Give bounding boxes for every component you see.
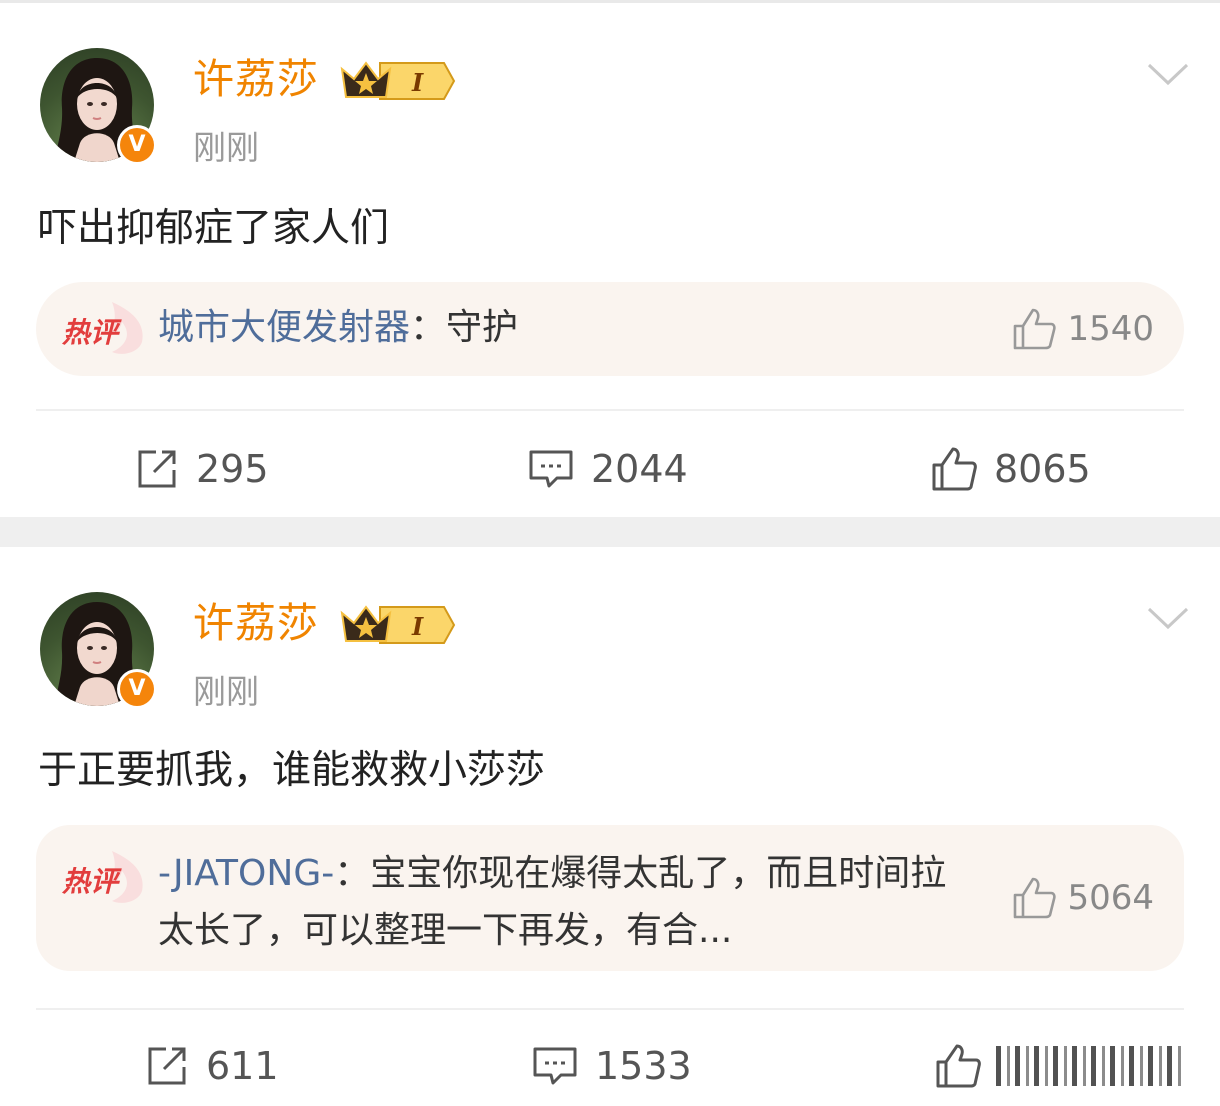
thumbs-up-icon	[1014, 877, 1057, 919]
hot-comment-separator: ：	[334, 853, 371, 894]
hot-comment-body: 守护	[446, 307, 519, 348]
post-time: 刚刚	[193, 128, 259, 167]
hot-comment-separator: ：	[410, 307, 447, 348]
hot-comment-tag: 热评	[60, 849, 150, 909]
chevron-down-icon	[1147, 63, 1189, 86]
hot-comment-tag: 热评	[60, 300, 150, 360]
svg-text:热评: 热评	[61, 316, 122, 349]
comment-icon	[533, 1047, 577, 1085]
hot-comment-user[interactable]: -JIATONG-	[158, 853, 334, 894]
post-content: 吓出抑郁症了家人们	[38, 206, 390, 251]
verified-badge-letter: V	[120, 672, 154, 706]
more-options-button[interactable]	[1146, 605, 1190, 637]
post-content: 于正要抓我，谁能救救小莎莎	[38, 748, 546, 793]
comment-count: 1533	[595, 1044, 692, 1088]
hot-comment-user[interactable]: 城市大便发射器	[158, 307, 410, 348]
svg-text:热评: 热评	[61, 865, 122, 898]
thumbs-up-icon	[936, 1044, 981, 1088]
action-bar: 295 2044 8065	[0, 434, 1220, 504]
crown-icon: I	[340, 605, 456, 644]
repost-button[interactable]: 611	[144, 1031, 279, 1101]
like-count: 8065	[994, 447, 1091, 491]
hot-comment-like-count: 1540	[1067, 309, 1154, 349]
repost-count: 295	[196, 447, 269, 491]
post-time: 刚刚	[193, 672, 259, 711]
flame-icon: 热评	[61, 302, 143, 354]
like-count-obscured	[996, 1046, 1186, 1086]
action-bar: 611 1533	[0, 1031, 1220, 1101]
hot-comment-like-button[interactable]: 5064	[1011, 873, 1154, 923]
repost-button[interactable]: 295	[134, 434, 269, 504]
crown-icon: I	[340, 61, 456, 100]
vip-level-text: I	[411, 612, 424, 641]
divider	[36, 1008, 1184, 1010]
hot-comment-text: 城市大便发射器：守护	[158, 302, 518, 354]
like-button[interactable]	[934, 1031, 1186, 1101]
username[interactable]: 许荔莎	[193, 51, 319, 107]
flame-icon: 热评	[61, 851, 143, 903]
comment-count: 2044	[591, 447, 688, 491]
vip-crown-badge[interactable]: I	[340, 601, 456, 653]
thumbs-up-icon	[1014, 308, 1057, 350]
more-options-button[interactable]	[1146, 61, 1190, 93]
verified-badge: V	[117, 669, 157, 709]
thumbs-up-icon	[932, 447, 977, 491]
repost-icon	[148, 1047, 186, 1085]
verified-badge-letter: V	[120, 128, 154, 162]
repost-count: 611	[206, 1044, 279, 1088]
comment-button[interactable]: 2044	[527, 434, 688, 504]
post-separator	[0, 517, 1220, 547]
verified-badge: V	[117, 125, 157, 165]
hot-comment-like-button[interactable]: 1540	[1011, 304, 1154, 354]
weibo-post: V 许荔莎 I 刚刚 于正要抓我，谁能救救小莎莎 热评 -JIATONG-：宝宝…	[0, 547, 1220, 1106]
weibo-post: V 许荔莎 I 刚刚 吓出抑郁症了家人们 热评 城市大便发射器：守护 1540 …	[0, 3, 1220, 517]
hot-comment-text: -JIATONG-：宝宝你现在爆得太乱了，而且时间拉太长了，可以整理一下再发，有…	[158, 845, 978, 959]
username[interactable]: 许荔莎	[193, 595, 319, 651]
divider	[36, 409, 1184, 411]
repost-icon	[138, 450, 176, 488]
chevron-down-icon	[1147, 607, 1189, 630]
vip-crown-badge[interactable]: I	[340, 57, 456, 109]
vip-level-text: I	[411, 68, 424, 97]
hot-comment[interactable]: 热评 -JIATONG-：宝宝你现在爆得太乱了，而且时间拉太长了，可以整理一下再…	[36, 825, 1184, 971]
comment-button[interactable]: 1533	[531, 1031, 692, 1101]
like-button[interactable]: 8065	[930, 434, 1091, 504]
hot-comment[interactable]: 热评 城市大便发射器：守护 1540	[36, 282, 1184, 376]
hot-comment-like-count: 5064	[1067, 878, 1154, 918]
comment-icon	[529, 450, 573, 488]
